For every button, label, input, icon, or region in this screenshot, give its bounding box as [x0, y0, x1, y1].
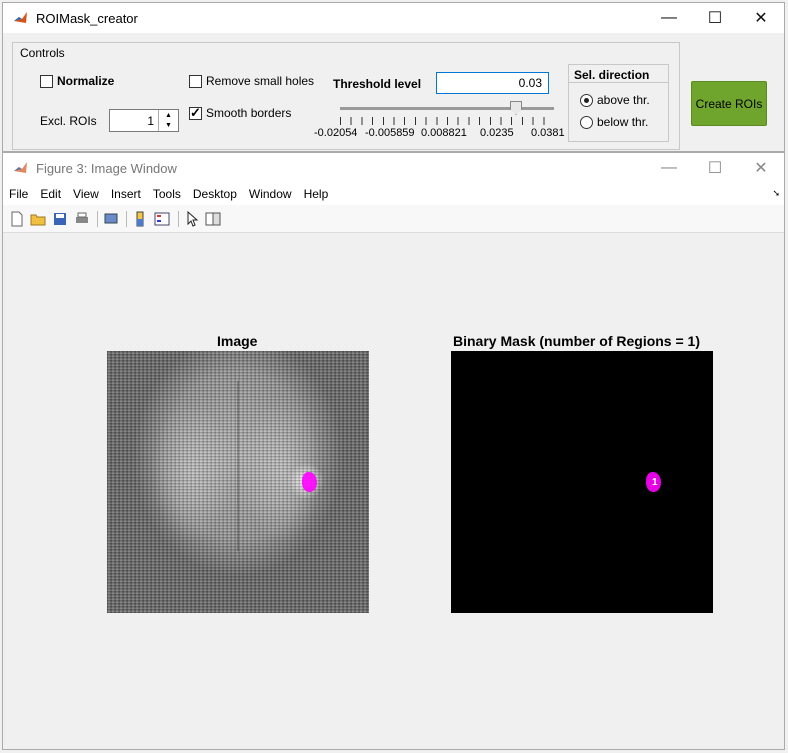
matlab-icon [14, 162, 27, 173]
new-file-icon[interactable] [9, 211, 25, 227]
dock-arrow-icon[interactable]: ➘ [772, 188, 780, 199]
menu-help[interactable]: Help [298, 187, 335, 201]
close-button[interactable]: ✕ [738, 153, 784, 183]
slider-ticks [340, 117, 554, 125]
checkbox-box[interactable] [40, 74, 53, 88]
print-icon[interactable] [74, 211, 90, 227]
checkbox-box[interactable] [189, 74, 202, 88]
excl-rois-label: Excl. ROIs [40, 114, 97, 128]
tick-label: -0.02054 [314, 127, 358, 139]
normalize-checkbox[interactable]: Normalize [40, 74, 114, 88]
maximize-button[interactable]: ☐ [692, 153, 738, 183]
colorbar-icon[interactable] [132, 211, 148, 227]
normalize-label: Normalize [57, 74, 115, 88]
toolbar-separator [178, 211, 179, 227]
excl-rois-spinner[interactable]: 1 ▲ ▼ [109, 109, 179, 132]
figure-title: Figure 3: Image Window [36, 161, 177, 176]
minimize-button[interactable]: — [646, 3, 692, 33]
roimask-creator-window: ROIMask_creator — ☐ ✕ Controls Normalize… [2, 2, 785, 152]
tick-label: -0.005859 [365, 127, 415, 139]
menu-edit[interactable]: Edit [34, 187, 67, 201]
remove-small-holes-label: Remove small holes [206, 74, 315, 88]
radio-circle[interactable] [580, 93, 593, 107]
smooth-borders-checkbox[interactable]: Smooth borders [189, 105, 292, 121]
menu-desktop[interactable]: Desktop [187, 187, 243, 201]
threshold-slider[interactable] [340, 101, 554, 127]
toolbar-separator [126, 211, 127, 227]
selection-direction-panel: Sel. direction above thr. below thr. [568, 64, 669, 142]
mask-axes-title: Binary Mask (number of Regions = 1) [453, 333, 700, 349]
figure-window: Figure 3: Image Window — ☐ ✕ File Edit V… [2, 152, 785, 750]
property-editor-icon[interactable] [205, 211, 221, 227]
image-axes-title: Image [217, 333, 258, 349]
radio-circle[interactable] [580, 115, 593, 129]
maximize-button[interactable]: ☐ [692, 3, 738, 33]
binary-mask-axes[interactable]: 1 [451, 351, 713, 613]
remove-small-holes-checkbox[interactable]: Remove small holes [189, 74, 314, 88]
save-icon[interactable] [52, 211, 68, 227]
title-bar: ROIMask_creator — ☐ ✕ [3, 3, 784, 33]
spinner-down-icon[interactable]: ▼ [159, 120, 178, 130]
menu-window[interactable]: Window [243, 187, 298, 201]
smooth-borders-label: Smooth borders [206, 106, 292, 120]
threshold-label: Threshold level [333, 77, 422, 91]
matlab-icon [14, 12, 27, 23]
tick-label: 0.0235 [480, 127, 514, 139]
menu-view[interactable]: View [67, 187, 105, 201]
slider-thumb[interactable] [510, 101, 522, 115]
controls-label: Controls [20, 46, 65, 60]
menu-tools[interactable]: Tools [147, 187, 187, 201]
minimize-button[interactable]: — [646, 153, 692, 183]
figure-title-bar: Figure 3: Image Window — ☐ ✕ [3, 153, 784, 183]
spinner-up-icon[interactable]: ▲ [159, 110, 178, 120]
selection-direction-title: Sel. direction [574, 68, 650, 82]
threshold-input[interactable] [436, 72, 549, 94]
close-button[interactable]: ✕ [738, 3, 784, 33]
excl-rois-value[interactable]: 1 [147, 114, 154, 128]
below-threshold-label: below thr. [597, 115, 649, 129]
checkbox-box[interactable] [189, 105, 202, 121]
tick-label: 0.0381 [531, 127, 565, 139]
image-axes[interactable] [107, 351, 369, 613]
roi-overlay [302, 472, 317, 492]
image-midline [237, 381, 239, 551]
menu-insert[interactable]: Insert [105, 187, 147, 201]
pointer-icon[interactable] [184, 211, 200, 227]
window-title: ROIMask_creator [36, 11, 138, 26]
menu-file[interactable]: File [3, 187, 34, 201]
open-folder-icon[interactable] [30, 211, 46, 227]
below-threshold-radio[interactable]: below thr. [580, 115, 648, 129]
tick-label: 0.008821 [421, 127, 467, 139]
region-number-label: 1 [652, 477, 658, 488]
legend-icon[interactable] [154, 211, 170, 227]
menu-bar: File Edit View Insert Tools Desktop Wind… [3, 183, 784, 205]
print-preview-icon[interactable] [103, 211, 119, 227]
above-threshold-label: above thr. [597, 93, 650, 107]
figure-toolbar [3, 205, 784, 233]
above-threshold-radio[interactable]: above thr. [580, 93, 650, 107]
toolbar-separator [97, 211, 98, 227]
create-rois-button[interactable]: Create ROIs [691, 81, 767, 126]
